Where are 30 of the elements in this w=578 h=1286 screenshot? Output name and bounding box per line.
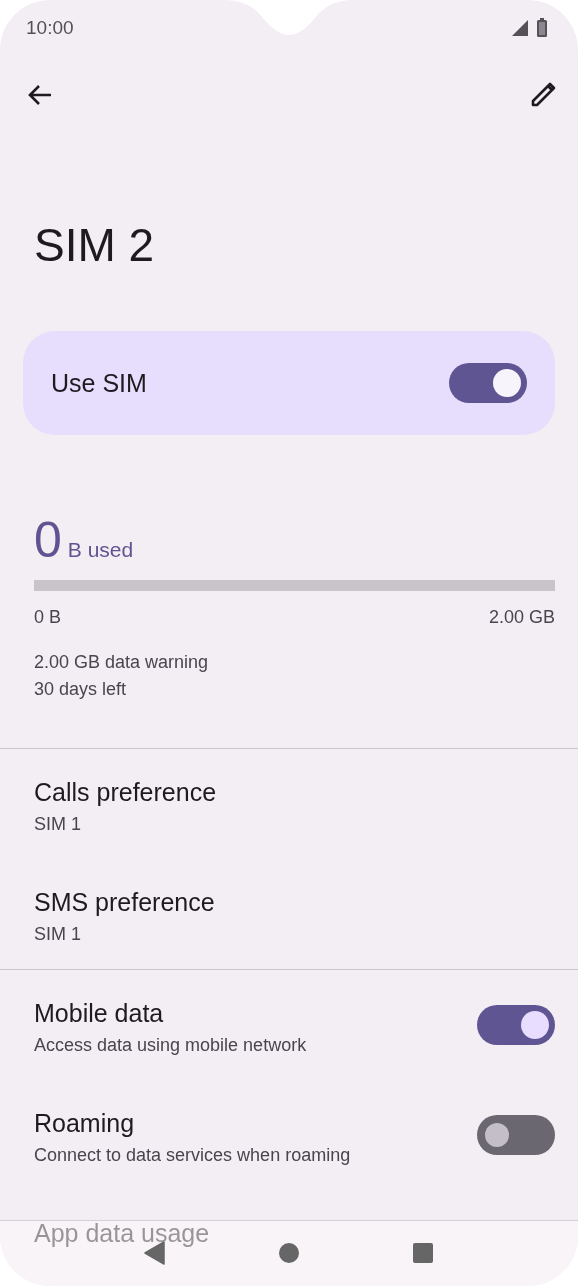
item-value: SIM 1 <box>34 923 82 945</box>
recents-icon[interactable] <box>412 1241 434 1264</box>
toggle-switch[interactable] <box>449 363 527 403</box>
use-sim-card[interactable]: Use SIM <box>23 331 555 435</box>
preference-item[interactable]: SMS preference SIM 1 <box>0 859 578 969</box>
item-value: SIM 1 <box>34 813 82 835</box>
back-arrow-icon[interactable] <box>27 84 53 106</box>
page-title: SIM 2 <box>34 218 155 273</box>
item-title: SMS preference <box>34 887 215 917</box>
item-title: Mobile data <box>34 998 165 1028</box>
item-title: Calls preference <box>34 777 217 807</box>
range-min: 0 B <box>34 606 62 629</box>
data-warning-text: 2.00 GB data warning <box>34 651 210 674</box>
status-time: 10:00 <box>26 17 74 39</box>
signal-icon <box>511 19 529 37</box>
toggle-switch[interactable] <box>477 1005 555 1045</box>
pencil-icon[interactable] <box>530 82 556 108</box>
item-subtitle: Access data using mobile network <box>34 1034 307 1056</box>
usage-unit: B used <box>67 538 134 562</box>
item-title: Roaming <box>34 1108 136 1138</box>
range-max: 2.00 GB <box>488 606 555 629</box>
home-icon[interactable] <box>278 1241 300 1264</box>
item-subtitle: Connect to data services when roaming <box>34 1144 351 1166</box>
item-title: App data usage <box>34 1218 210 1248</box>
usage-amount: 0 <box>34 512 62 568</box>
days-left-text: 30 days left <box>34 678 128 701</box>
setting-label: Use SIM <box>51 368 147 398</box>
toggle-switch[interactable] <box>477 1115 555 1155</box>
preference-item[interactable]: Calls preference SIM 1 <box>0 749 578 859</box>
battery-icon <box>536 18 548 38</box>
